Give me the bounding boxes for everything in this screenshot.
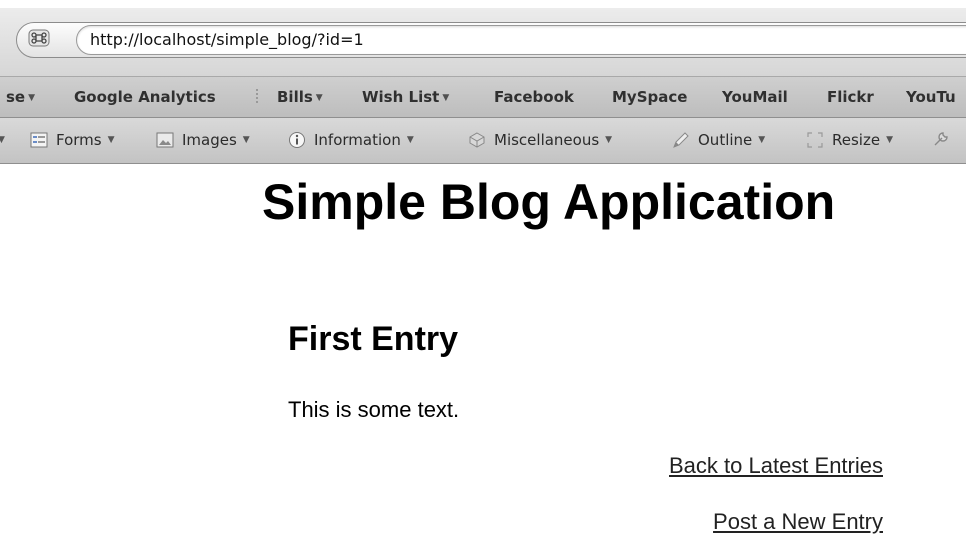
bookmark-separator [256, 89, 258, 105]
post-new-entry-link[interactable]: Post a New Entry [713, 508, 883, 535]
bookmark-label: MySpace [612, 88, 688, 106]
wrench-icon [932, 130, 950, 148]
bookmark-label: Facebook [494, 88, 574, 106]
dropdown-arrow-icon: ▼ [242, 135, 250, 145]
bookmark-label: Google Analytics [74, 88, 216, 106]
bookmark-label: se [6, 88, 26, 106]
toolbar-information-menu[interactable]: Information ▼ [288, 130, 414, 150]
entry-title: First Entry [288, 320, 459, 358]
bookmark-facebook[interactable]: Facebook [494, 87, 574, 107]
url-text[interactable]: http://localhost/simple_blog/?id=1 [90, 29, 364, 51]
dropdown-arrow-icon: ▼ [28, 93, 36, 103]
toolbar-forms-menu[interactable]: Forms ▼ [30, 130, 115, 150]
images-icon [156, 131, 174, 149]
miscellaneous-icon [468, 131, 486, 149]
bookmark-youtube[interactable]: YouTu [906, 87, 956, 107]
bookmark-label: YouMail [722, 88, 788, 106]
information-icon [288, 131, 306, 149]
toolbar-label: Outline [698, 131, 753, 149]
bookmark-google-analytics[interactable]: Google Analytics [74, 87, 216, 107]
dropdown-arrow-icon: ▼ [442, 93, 450, 103]
dropdown-arrow-icon: ▼ [758, 135, 766, 145]
page-title: Simple Blog Application [262, 174, 836, 230]
bookmark-label: Wish List [362, 88, 440, 106]
forms-icon [30, 131, 48, 149]
entry-body: This is some text. [288, 397, 460, 422]
web-developer-toolbar: ▼ Forms ▼ Images ▼ Information ▼ Miscellane… [0, 118, 966, 164]
bookmarks-bar: se ▼ Google Analytics Bills ▼ Wish List ▼ F… [0, 76, 966, 118]
bookmark-youmail[interactable]: YouMail [722, 87, 788, 107]
toolbar-overflow-arrow[interactable]: ▼ [0, 130, 5, 150]
dropdown-arrow-icon: ▼ [406, 135, 414, 145]
toolbar-label: Forms [56, 131, 102, 149]
dropdown-arrow-icon: ▼ [315, 93, 323, 103]
bookmark-folder[interactable]: se ▼ [6, 87, 35, 108]
bookmark-label: Flickr [827, 88, 874, 106]
dropdown-arrow-icon: ▼ [605, 135, 613, 145]
toolbar-label: Information [314, 131, 401, 149]
toolbar-label: Images [182, 131, 237, 149]
site-menu-button[interactable] [22, 27, 56, 53]
bookmark-flickr[interactable]: Flickr [827, 87, 874, 107]
dropdown-arrow-icon: ▼ [0, 130, 5, 150]
dropdown-arrow-icon: ▼ [107, 135, 115, 145]
command-key-icon [28, 29, 50, 52]
toolbar-label: Miscellaneous [494, 131, 600, 149]
back-to-latest-entries-link[interactable]: Back to Latest Entries [669, 452, 883, 480]
bookmark-myspace[interactable]: MySpace [612, 87, 687, 107]
dropdown-arrow-icon: ▼ [886, 135, 893, 145]
toolbar-images-menu[interactable]: Images ▼ [156, 130, 250, 150]
toolbar-tools-menu[interactable] [932, 130, 958, 148]
toolbar-miscellaneous-menu[interactable]: Miscellaneous ▼ [468, 130, 612, 150]
bookmark-label: YouTu [906, 88, 956, 106]
toolbar-label: Resize [832, 131, 881, 149]
bookmark-folder-wish-list[interactable]: Wish List ▼ [362, 87, 449, 108]
bookmark-label: Bills [277, 88, 313, 106]
toolbar-outline-menu[interactable]: Outline ▼ [672, 130, 765, 150]
outline-pencil-icon [672, 131, 690, 149]
resize-icon [806, 131, 824, 149]
toolbar-resize-menu[interactable]: Resize ▼ [806, 130, 893, 150]
bookmark-folder-bills[interactable]: Bills ▼ [277, 87, 323, 108]
